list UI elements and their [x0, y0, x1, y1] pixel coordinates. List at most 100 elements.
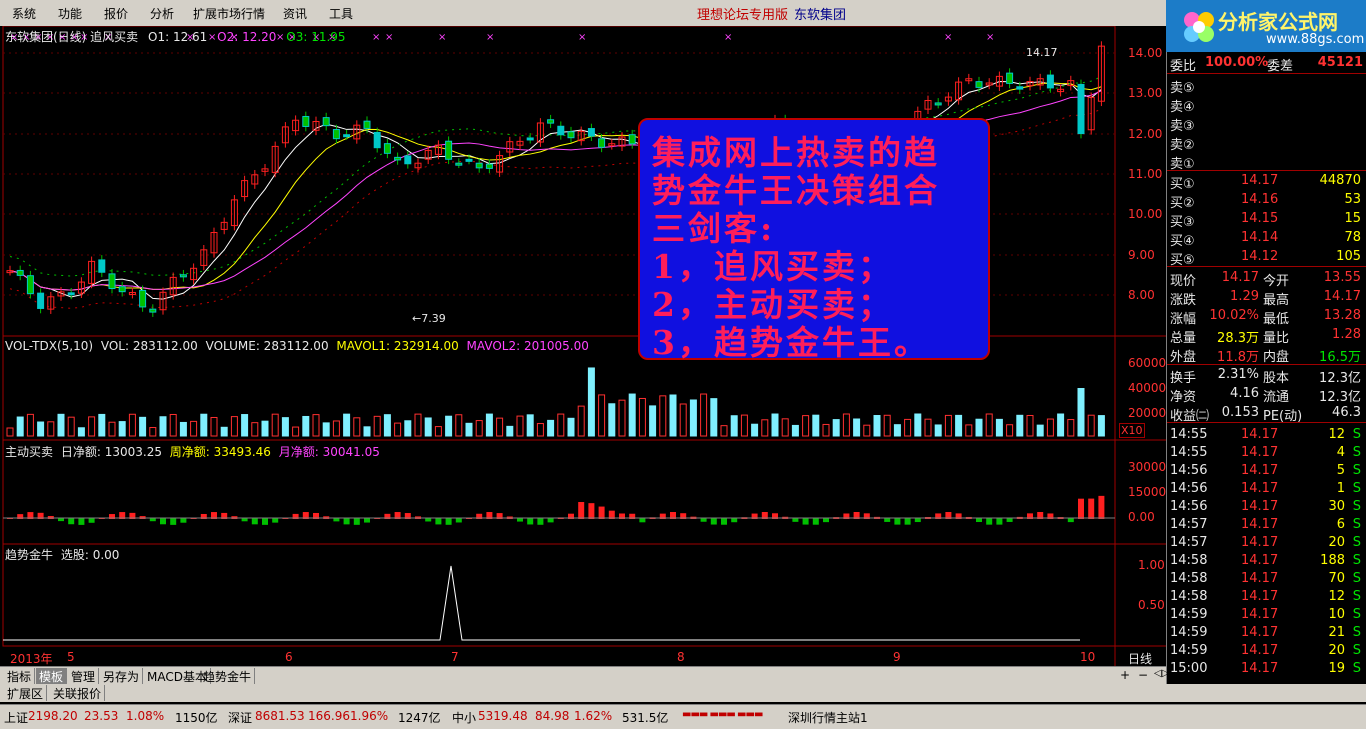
- mavol2-value: MAVOL2: 201005.00: [466, 339, 589, 353]
- flow-tick: 30000: [1128, 460, 1167, 474]
- volume-bar: [139, 416, 147, 437]
- volume-bar: [230, 416, 238, 437]
- menu-info[interactable]: 资讯: [283, 5, 307, 22]
- volume-bar: [720, 425, 728, 437]
- candle-body: [975, 81, 983, 88]
- volume-bar: [975, 418, 983, 437]
- menu-tools[interactable]: 工具: [329, 5, 353, 22]
- menu-system[interactable]: 系统: [12, 5, 36, 22]
- menu-quote[interactable]: 报价: [104, 5, 128, 22]
- buy-label: 买③: [1170, 215, 1195, 230]
- flow-bar: [68, 518, 75, 525]
- volume-bar: [210, 416, 218, 437]
- volume-bar: [128, 413, 136, 437]
- server-name[interactable]: 深圳行情主站1: [788, 709, 868, 726]
- volume-bar: [730, 415, 738, 437]
- kline-chart[interactable]: × × × × × × × × × × × × × × × × × × × × × × × 东软集团(日线) 追风买卖 O1…: [0, 26, 1166, 666]
- price-tick: 10.00: [1128, 207, 1163, 221]
- volume-bar: [394, 422, 402, 437]
- tab-extension[interactable]: 扩展区: [4, 685, 48, 701]
- tick-row: 14:57 14.17 6 S: [1167, 516, 1366, 534]
- tab-template[interactable]: 模板: [36, 668, 68, 684]
- stat-label: 涨幅: [1170, 312, 1197, 327]
- tick-price: 14.17: [1241, 643, 1279, 658]
- tick-side: S: [1352, 643, 1361, 658]
- volume-bar: [455, 414, 463, 437]
- tick-time: 14:57: [1170, 535, 1208, 550]
- volume-bar: [251, 422, 259, 437]
- candle-body: [404, 155, 412, 165]
- tick-row: 14:55 14.17 4 S: [1167, 444, 1366, 462]
- volume-bar: [200, 413, 208, 437]
- buy-price: 14.16: [1241, 192, 1279, 207]
- volume-bar: [47, 421, 55, 437]
- volume-bar: [220, 426, 228, 437]
- tick-volume: 21: [1328, 625, 1345, 640]
- candle-body: [567, 131, 575, 139]
- menu-analysis[interactable]: 分析: [150, 5, 174, 22]
- flow-bar: [588, 503, 595, 519]
- tab-manage[interactable]: 管理: [68, 668, 100, 684]
- volume-bar: [863, 424, 871, 437]
- flow-bar: [578, 502, 585, 519]
- scroll-icon[interactable]: ◁▷: [1154, 668, 1169, 679]
- logo: 分析家公式网 www.88gs.com: [1166, 0, 1366, 52]
- tab-related-quote[interactable]: 关联报价: [50, 685, 106, 701]
- vol-tick: 60000: [1128, 356, 1167, 370]
- volume-bar: [434, 426, 442, 437]
- tick-time: 14:56: [1170, 499, 1208, 514]
- zoom-out-icon[interactable]: −: [1138, 668, 1148, 682]
- vol-header: VOL-TDX(5,10) VOL: 283112.00 VOLUME: 283…: [5, 339, 589, 353]
- flow-bar: [700, 518, 707, 522]
- day-net: 日净额: 13003.25: [60, 445, 162, 459]
- volume-bar: [649, 405, 657, 437]
- menu-function[interactable]: 功能: [58, 5, 82, 22]
- tab-indicator[interactable]: 指标: [4, 668, 36, 684]
- marker-x: ×: [438, 32, 446, 43]
- volume-bar: [934, 424, 942, 437]
- stat-label: 流通: [1263, 390, 1290, 405]
- tick-side: S: [1352, 535, 1361, 550]
- tick-time: 14:58: [1170, 571, 1208, 586]
- volume-bar: [465, 422, 473, 437]
- candle-body: [1016, 86, 1024, 90]
- volume-bar: [1067, 419, 1075, 437]
- tick-volume: 6: [1336, 517, 1345, 532]
- sz-name: 深证: [228, 711, 253, 725]
- tab-trend-bull[interactable]: 趋势金牛: [200, 668, 256, 684]
- candle-body: [322, 117, 330, 127]
- zx-amt: 531.5亿: [622, 711, 669, 725]
- stat-value: 12.3亿: [1319, 371, 1361, 386]
- volume-bar: [904, 418, 912, 437]
- buy-volume: 53: [1344, 192, 1361, 207]
- o2-value: O2: 12.20: [217, 30, 277, 44]
- menu-extended-market[interactable]: 扩展市场行情: [193, 5, 265, 22]
- volume-bar: [700, 393, 708, 437]
- flow-bar: [710, 518, 717, 525]
- price-tick: 12.00: [1128, 127, 1163, 141]
- tick-side: S: [1352, 589, 1361, 604]
- tick-side: S: [1352, 481, 1361, 496]
- volume-bar: [608, 403, 616, 437]
- flow-bar: [1067, 518, 1074, 523]
- promo-line: 3，趋势金牛王。: [652, 323, 930, 362]
- volume-bar: [577, 405, 585, 437]
- tick-row: 14:59 14.17 20 S: [1167, 642, 1366, 660]
- tick-time: 14:58: [1170, 553, 1208, 568]
- tick-side: S: [1352, 517, 1361, 532]
- x-tick: 10: [1080, 650, 1096, 664]
- tick-row: 14:58 14.17 12 S: [1167, 588, 1366, 606]
- volume-bar: [1006, 424, 1014, 437]
- stat-row: 收益㈡ 0.153 PE(动) 46.3: [1167, 404, 1366, 424]
- volume-bar: [659, 395, 667, 437]
- flow-bar: [537, 518, 544, 525]
- tab-save-as[interactable]: 另存为: [100, 668, 144, 684]
- promo-overlay: 集成网上热卖的趋 势金牛王决策组合 三剑客: 1，追风买卖； 2，主动买卖； 3…: [638, 118, 990, 362]
- stat-value: 2.31%: [1217, 367, 1259, 382]
- candle-body: [343, 134, 351, 138]
- period-label[interactable]: 日线: [1128, 650, 1152, 667]
- zoom-in-icon[interactable]: +: [1120, 668, 1130, 682]
- volume-bar: [536, 423, 544, 437]
- tick-time: 15:00: [1170, 661, 1208, 676]
- tick-row: 14:58 14.17 70 S: [1167, 570, 1366, 588]
